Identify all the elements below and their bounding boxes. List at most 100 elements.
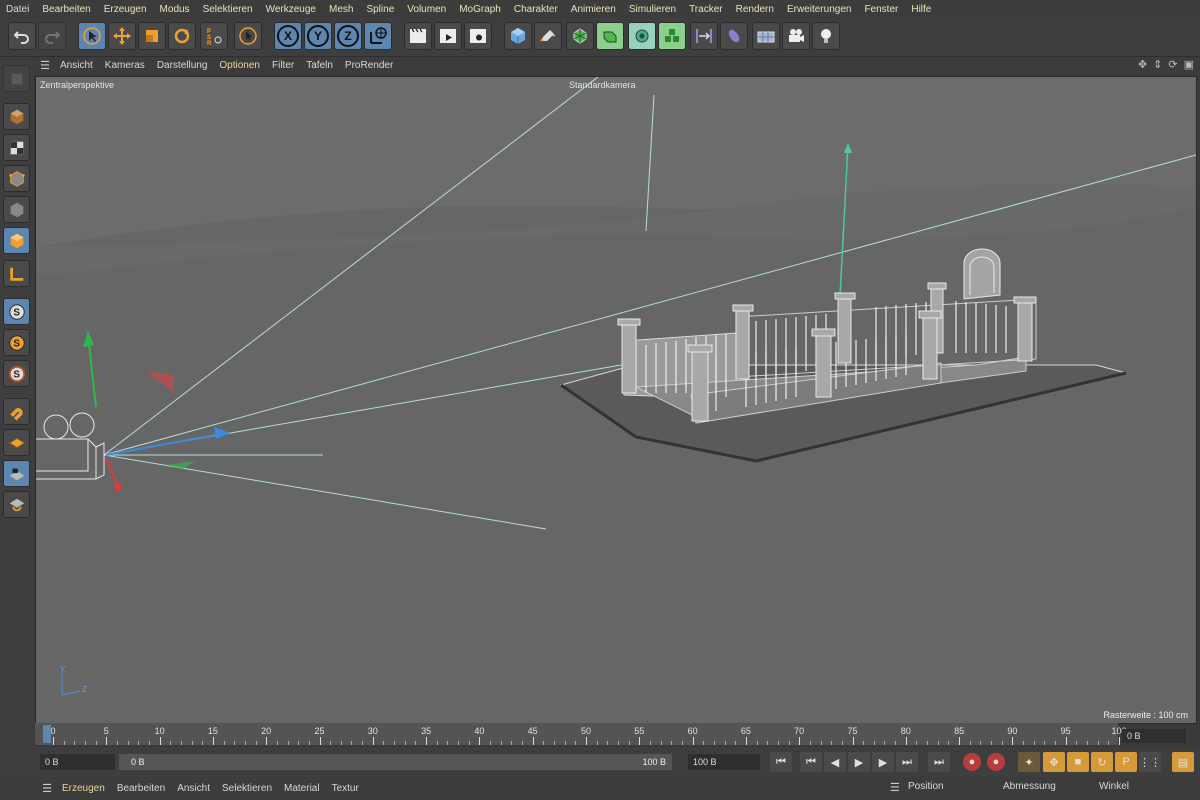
rotate-tool-button[interactable] bbox=[168, 22, 196, 50]
point-mode-button[interactable] bbox=[3, 165, 30, 192]
play-button[interactable]: ▶ bbox=[848, 752, 870, 772]
make-editable-button[interactable] bbox=[3, 65, 30, 92]
material-menu-selektieren[interactable]: Selektieren bbox=[216, 783, 278, 794]
menu-rendern[interactable]: Rendern bbox=[730, 4, 781, 15]
menu-simulieren[interactable]: Simulieren bbox=[623, 4, 683, 15]
material-menu-bearbeiten[interactable]: Bearbeiten bbox=[111, 783, 171, 794]
key-scale-button[interactable]: ■ bbox=[1067, 752, 1089, 772]
redo-button[interactable] bbox=[38, 22, 66, 50]
menu-volumen[interactable]: Volumen bbox=[401, 4, 453, 15]
timeline-window-button[interactable]: ▤ bbox=[1172, 752, 1194, 772]
record-button[interactable]: ● bbox=[963, 753, 981, 771]
end-frame-field[interactable]: 100 B bbox=[688, 754, 760, 770]
model-mode-button[interactable] bbox=[3, 103, 30, 130]
render-picture-viewer-button[interactable] bbox=[434, 22, 462, 50]
snap-button[interactable]: S bbox=[3, 298, 30, 325]
timeline-ruler[interactable]: 0 5 10 15 20 25 30 35 40 45 50 55 60 65 70 75 80 85 90 95 10… bbox=[35, 723, 1127, 745]
key-position-button[interactable]: ✥ bbox=[1043, 752, 1065, 772]
viewport-menu-icon[interactable]: ☰ bbox=[36, 59, 54, 72]
cloner-button[interactable] bbox=[628, 22, 656, 50]
menu-erweiterungen[interactable]: Erweiterungen bbox=[781, 4, 858, 15]
goto-end-button[interactable]: ⏭ bbox=[928, 752, 950, 772]
coordinates-menu-icon[interactable]: ☰ bbox=[890, 781, 900, 794]
playhead[interactable] bbox=[43, 725, 51, 743]
workplane-button[interactable] bbox=[3, 429, 30, 456]
x-axis-lock-button[interactable]: X bbox=[274, 22, 302, 50]
preview-range-slider[interactable]: 0 B 100 B bbox=[119, 754, 672, 770]
prev-key-button[interactable]: ⏮ bbox=[800, 752, 822, 772]
menu-spline[interactable]: Spline bbox=[360, 4, 401, 15]
locked-workplane-button[interactable] bbox=[3, 460, 30, 487]
render-settings-button[interactable] bbox=[464, 22, 492, 50]
menu-fenster[interactable]: Fenster bbox=[858, 4, 905, 15]
orbit-icon[interactable]: ⟳ bbox=[1168, 58, 1177, 71]
prev-frame-button[interactable]: ◀ bbox=[824, 752, 846, 772]
light-button[interactable] bbox=[812, 22, 840, 50]
next-frame-button[interactable]: ▶ bbox=[872, 752, 894, 772]
view-menu-prorender[interactable]: ProRender bbox=[339, 60, 399, 71]
active-camera-label[interactable]: Standardkamera bbox=[569, 80, 636, 90]
key-parameter-button[interactable]: P bbox=[1115, 752, 1137, 772]
next-key-button[interactable]: ⏭ bbox=[896, 752, 918, 772]
extrude-button[interactable] bbox=[596, 22, 624, 50]
texture-mode-button[interactable] bbox=[3, 134, 30, 161]
menu-hilfe[interactable]: Hilfe bbox=[905, 4, 938, 15]
menu-bearbeiten[interactable]: Bearbeiten bbox=[36, 4, 97, 15]
scale-tool-button[interactable] bbox=[138, 22, 166, 50]
key-rotation-button[interactable]: ↻ bbox=[1091, 752, 1113, 772]
menu-modus[interactable]: Modus bbox=[154, 4, 197, 15]
goto-start-button[interactable]: ⏮ bbox=[770, 752, 792, 772]
dolly-icon[interactable]: ⇕ bbox=[1153, 58, 1162, 71]
menu-selektieren[interactable]: Selektieren bbox=[197, 4, 260, 15]
select-tool-button[interactable] bbox=[78, 22, 106, 50]
cube-button[interactable] bbox=[504, 22, 532, 50]
mograph-button[interactable] bbox=[658, 22, 686, 50]
edge-mode-button[interactable] bbox=[3, 196, 30, 223]
menu-datei[interactable]: Datei bbox=[0, 4, 36, 15]
view-menu-kameras[interactable]: Kameras bbox=[99, 60, 151, 71]
current-frame-field[interactable]: 0 B bbox=[1122, 729, 1186, 743]
material-menu-erzeugen[interactable]: Erzeugen bbox=[56, 783, 111, 794]
view-menu-filter[interactable]: Filter bbox=[266, 60, 300, 71]
axis-mode-button[interactable] bbox=[3, 260, 30, 287]
key-pla-button[interactable]: ⋮⋮ bbox=[1139, 752, 1161, 772]
live-select-button[interactable] bbox=[234, 22, 262, 50]
snap-mode-button[interactable]: S bbox=[3, 360, 30, 387]
world-coord-button[interactable] bbox=[364, 22, 392, 50]
material-menu-textur[interactable]: Textur bbox=[326, 783, 365, 794]
pan-icon[interactable]: ✥ bbox=[1138, 58, 1147, 71]
render-view-button[interactable] bbox=[404, 22, 432, 50]
spline-button[interactable] bbox=[690, 22, 718, 50]
psr-button[interactable]: PSR bbox=[200, 22, 228, 50]
menu-erzeugen[interactable]: Erzeugen bbox=[98, 4, 154, 15]
material-menu-ansicht[interactable]: Ansicht bbox=[171, 783, 216, 794]
workplane-snap-button[interactable] bbox=[3, 491, 30, 518]
keyframe-selection-button[interactable]: ✦ bbox=[1018, 752, 1040, 772]
view-menu-ansicht[interactable]: Ansicht bbox=[54, 60, 99, 71]
polygon-mode-button[interactable] bbox=[3, 227, 30, 254]
floor-button[interactable] bbox=[752, 22, 780, 50]
menu-animieren[interactable]: Animieren bbox=[565, 4, 623, 15]
view-menu-tafeln[interactable]: Tafeln bbox=[300, 60, 339, 71]
view-menu-darstellung[interactable]: Darstellung bbox=[151, 60, 214, 71]
deformer-button[interactable] bbox=[720, 22, 748, 50]
menu-werkzeuge[interactable]: Werkzeuge bbox=[260, 4, 323, 15]
view-menu-optionen[interactable]: Optionen bbox=[213, 60, 266, 71]
autokey-button[interactable]: ● bbox=[987, 753, 1005, 771]
undo-button[interactable] bbox=[8, 22, 36, 50]
material-menu-icon[interactable]: ☰ bbox=[38, 782, 56, 795]
menu-charakter[interactable]: Charakter bbox=[508, 4, 565, 15]
material-menu-material[interactable]: Material bbox=[278, 783, 326, 794]
start-frame-field[interactable]: 0 B bbox=[40, 754, 115, 770]
magnet-button[interactable] bbox=[3, 398, 30, 425]
camera-button[interactable] bbox=[782, 22, 810, 50]
menu-mesh[interactable]: Mesh bbox=[323, 4, 360, 15]
y-axis-lock-button[interactable]: Y bbox=[304, 22, 332, 50]
snap-settings-button[interactable]: S bbox=[3, 329, 30, 356]
subdivision-button[interactable] bbox=[566, 22, 594, 50]
3d-viewport[interactable]: Zentralperspektive Standardkamera Y Z Ra… bbox=[35, 76, 1197, 724]
maximize-icon[interactable]: ▣ bbox=[1184, 58, 1194, 71]
pen-button[interactable] bbox=[534, 22, 562, 50]
menu-tracker[interactable]: Tracker bbox=[683, 4, 730, 15]
z-axis-lock-button[interactable]: Z bbox=[334, 22, 362, 50]
